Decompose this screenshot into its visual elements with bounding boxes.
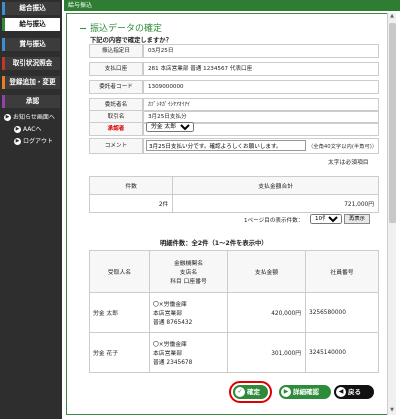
label-approver: 承認者 [89,122,143,136]
comment-input[interactable] [146,140,306,151]
row-account: 普通 8765432 [153,320,193,326]
label-comment: コメント [89,138,143,154]
arrow-right-icon: ▶ [4,114,11,121]
value-consignor-code: 1309000000 [143,80,379,94]
summary-table: 件数 支払金額合計 2件 721,000円 [88,176,379,213]
row-branch: 本店営業部 [153,351,182,357]
col-bank: 金融機関名 支店名 科目 口座番号 [149,250,228,293]
confirm-question: 下記の内容で確定しますか？ [90,37,172,44]
approver-select[interactable]: 労金 太郎 [146,122,194,132]
row-amount: 420,000円 [227,292,306,333]
detail-count: 明細件数：全2件（1～2件を表示中） [160,240,268,247]
arrow-right-icon: ▶ [14,126,21,133]
nav-general-transfer[interactable]: 総合振込 [2,2,60,15]
nav-aac[interactable]: ▶ AACへ [14,124,70,135]
arrow-left-icon: ◀ [336,387,346,397]
row-recipient: 労金 花子 [89,332,150,373]
per-page-select[interactable]: 10件 [310,214,342,224]
nav-registration[interactable]: 登録追加・変更 [2,76,60,89]
label-consignor-code: 委託者コード [89,80,143,94]
nav-approval[interactable]: 承認 [2,95,60,108]
col-employee: 社員番号 [305,250,379,293]
row-bank: 〇×労働金庫 [153,342,187,348]
required-note: 太字は必須項目 [328,157,369,166]
scroll-down-icon[interactable]: ▼ [388,407,396,415]
per-page-label: 1ページ目の表示件数： [244,218,304,224]
detail-table: 受取人名 金融機関名 支店名 科目 口座番号 支払金額 社員番号 労金 太郎 〇… [89,250,379,373]
value-transfer-date: 03月25日 [143,44,379,58]
redisplay-button[interactable]: 再表示 [344,214,370,224]
top-bar: 給与振込 [62,0,400,11]
row-amount: 301,000円 [227,332,306,373]
sidebar: 総合振込 給与振込 賞与振込 取引状況照会 登録追加・変更 承認 ▶ お知らせ画面… [0,0,62,419]
top-bar-title: 給与振込 [68,2,93,9]
col-recipient: 受取人名 [89,250,150,293]
row-recipient: 労金 太郎 [89,292,150,333]
scrollbar[interactable]: ▲ ▼ [387,13,396,415]
nav-notice-label: お知らせ画面へ [13,114,55,121]
arrow-right-icon: ▶ [281,387,291,397]
title-dash-icon [80,28,86,29]
nav-salary-transfer[interactable]: 給与振込 [2,18,60,31]
summary-total: 721,000円 [172,194,379,213]
confirm-label: 確定 [247,388,260,396]
row-bank-info: 〇×労働金庫 本店営業部普通 8765432 [149,292,228,333]
detail-check-label: 詳細確認 [293,388,319,396]
row-employee: 3245140000 [305,332,379,373]
nav-logout-label: ログアウト [23,138,54,145]
comment-note: （全角40文字以内(半角可)） [308,144,378,150]
detail-check-button[interactable]: ▶ 詳細確認 [279,385,331,399]
arrow-right-icon: ▶ [14,138,21,145]
col-amount: 支払金額 [227,250,306,293]
row-branch: 本店営業部 [153,311,182,317]
row-account: 普通 2345678 [153,360,193,366]
page-title: 振込データの確定 [80,21,162,34]
summary-header-total: 支払金額合計 [172,176,379,195]
nav-logout[interactable]: ▶ ログアウト [14,136,70,147]
row-bank-info: 〇×労働金庫 本店営業部普通 2345678 [149,332,228,373]
nav-transaction-inquiry[interactable]: 取引状況照会 [2,57,60,70]
scroll-up-icon[interactable]: ▲ [388,13,396,21]
page-title-text: 振込データの確定 [90,24,163,34]
nav-notice[interactable]: ▶ お知らせ画面へ [4,112,60,123]
table-row: 労金 花子 〇×労働金庫 本店営業部普通 2345678 301,000円 324… [89,332,379,373]
summary-header-count: 件数 [88,176,174,195]
nav-bonus-transfer[interactable]: 賞与振込 [2,38,60,51]
table-row: 労金 太郎 〇×労働金庫 本店営業部普通 8765432 420,000円 325… [89,292,379,333]
confirm-button[interactable]: ✓ 確定 [229,381,272,403]
required-note-text: 太字は必須項目 [328,160,369,166]
nav-aac-label: AACへ [23,126,42,133]
back-button[interactable]: ◀ 戻る [334,385,374,399]
check-icon: ✓ [235,387,245,397]
row-bank: 〇×労働金庫 [153,302,187,308]
back-label: 戻る [348,388,361,396]
label-transfer-date: 振込指定日 [89,44,143,58]
row-employee: 3256580000 [305,292,379,333]
label-payment-account: 支払口座 [89,62,143,76]
summary-count: 2件 [88,194,174,213]
value-payment-account: 281 本店営業部 普通 1234567 代表口座 [143,62,379,76]
scroll-thumb[interactable] [389,23,396,223]
